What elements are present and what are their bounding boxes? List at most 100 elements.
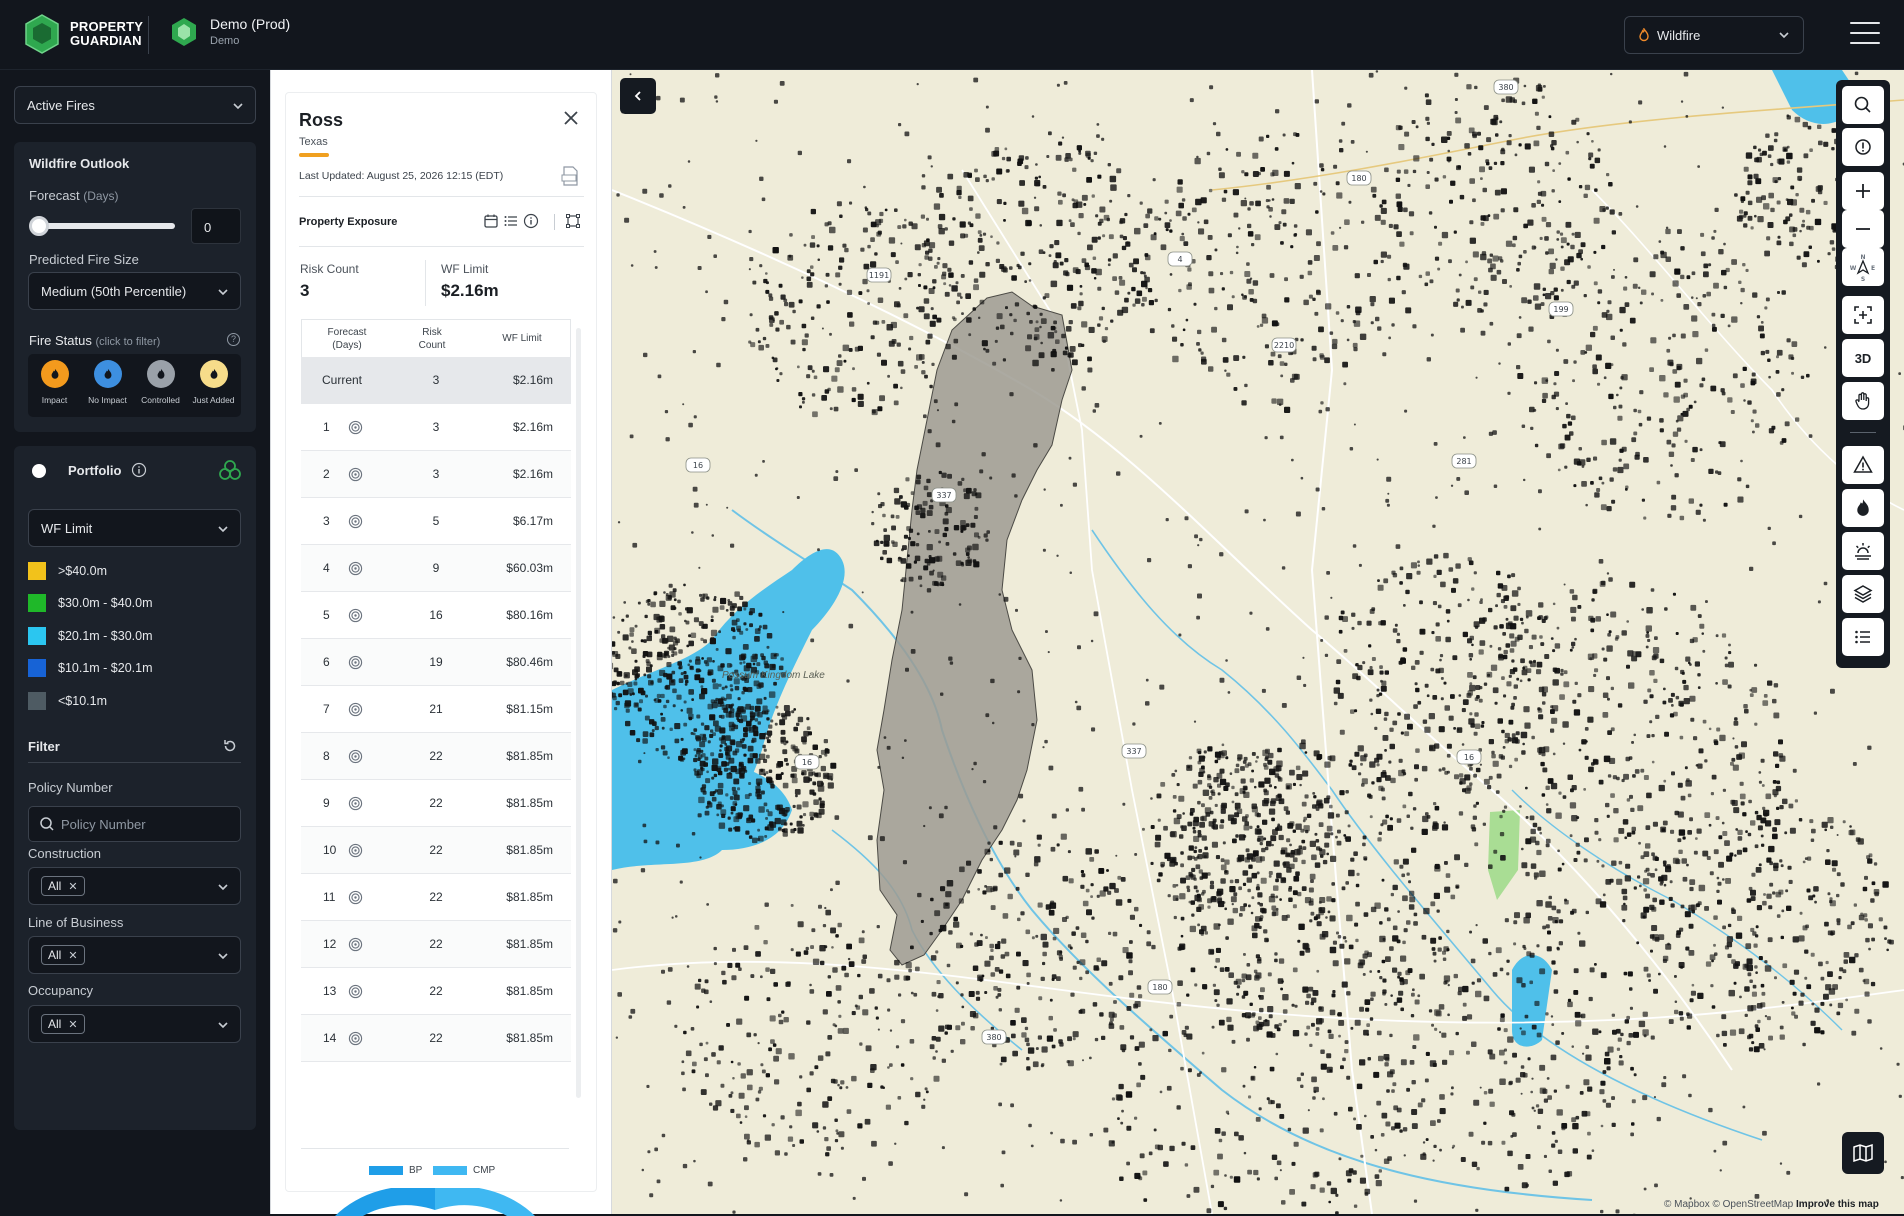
target-icon[interactable]	[348, 702, 363, 717]
map-canvas[interactable]: 380180119133716422101992811618038033716 …	[612, 70, 1904, 1214]
target-icon[interactable]	[348, 796, 363, 811]
fit-bounds-button[interactable]	[1842, 296, 1884, 334]
legend-item[interactable]: $20.1m - $30.0m	[28, 627, 153, 645]
chart-legend-bp[interactable]: BP	[369, 1165, 422, 1176]
table-row[interactable]: 1322$81.85m	[301, 968, 571, 1015]
table-row[interactable]: 35$6.17m	[301, 498, 571, 545]
hazard-select[interactable]: Wildfire	[1624, 16, 1804, 54]
table-row[interactable]: 1022$81.85m	[301, 827, 571, 874]
close-icon[interactable]: ✕	[68, 880, 77, 893]
forecast-slider-track[interactable]	[40, 223, 175, 229]
csv-download-icon[interactable]	[561, 166, 579, 186]
table-row[interactable]: 49$60.03m	[301, 545, 571, 592]
donut-segment-cmp[interactable]	[435, 1188, 535, 1216]
info-icon[interactable]	[523, 213, 539, 229]
legend-list-button[interactable]	[1842, 618, 1884, 656]
lob-select[interactable]: All✕	[28, 936, 241, 974]
search-tool-button[interactable]	[1842, 86, 1884, 124]
legend-item[interactable]: <$10.1m	[28, 692, 107, 710]
close-icon[interactable]: ✕	[68, 1018, 77, 1031]
hamburger-menu-icon[interactable]	[1850, 22, 1880, 46]
app-logo[interactable]: PROPERTY GUARDIAN	[24, 14, 143, 54]
info-icon[interactable]	[131, 462, 147, 478]
table-row[interactable]: 721$81.15m	[301, 686, 571, 733]
cell-wf-limit: $6.17m	[513, 514, 553, 528]
target-icon[interactable]	[348, 1031, 363, 1046]
last-updated: Last Updated: August 25, 2026 12:15 (EDT…	[299, 170, 503, 182]
status-impact[interactable]: Impact	[28, 360, 81, 405]
calendar-icon[interactable]	[483, 213, 499, 229]
pan-tool-button[interactable]	[1842, 382, 1884, 420]
policy-number-input[interactable]: Policy Number	[28, 806, 241, 842]
fires-layer-button[interactable]	[1842, 489, 1884, 527]
occupancy-chip[interactable]: All✕	[41, 1014, 85, 1034]
target-icon[interactable]	[348, 843, 363, 858]
table-row[interactable]: 23$2.16m	[301, 451, 571, 498]
target-icon[interactable]	[348, 937, 363, 952]
search-icon	[39, 816, 55, 832]
warnings-button[interactable]	[1842, 446, 1884, 484]
list-icon[interactable]	[503, 213, 519, 229]
target-icon[interactable]	[348, 749, 363, 764]
target-icon[interactable]	[348, 561, 363, 576]
fire-size-select[interactable]: Medium (50th Percentile)	[28, 272, 241, 310]
status-no-impact[interactable]: No Impact	[81, 360, 134, 405]
cell-wf-limit: $2.16m	[513, 467, 553, 481]
table-row-current[interactable]: Current3$2.16m	[301, 357, 571, 404]
toggle-3d-button[interactable]: 3D	[1842, 339, 1884, 377]
target-icon[interactable]	[348, 984, 363, 999]
portfolio-toggle[interactable]	[32, 464, 46, 478]
weather-layer-button[interactable]	[1842, 532, 1884, 570]
legend-item[interactable]: >$40.0m	[28, 562, 107, 580]
table-row[interactable]: 516$80.16m	[301, 592, 571, 639]
target-icon[interactable]	[348, 608, 363, 623]
target-icon[interactable]	[348, 420, 363, 435]
zoom-in-button[interactable]	[1842, 172, 1884, 210]
metric-select[interactable]: WF Limit	[28, 509, 241, 547]
donut-segment-bp[interactable]	[335, 1188, 435, 1216]
status-just-added[interactable]: Just Added	[187, 360, 240, 405]
target-icon[interactable]	[348, 514, 363, 529]
table-row[interactable]: 1422$81.85m	[301, 1015, 571, 1062]
target-icon[interactable]	[348, 655, 363, 670]
cell-forecast-day: 12	[323, 937, 336, 951]
construction-chip[interactable]: All✕	[41, 876, 85, 896]
forecast-days-input[interactable]: 0	[191, 208, 241, 244]
target-icon[interactable]	[348, 890, 363, 905]
target-icon[interactable]	[348, 467, 363, 482]
legend-item[interactable]: $30.0m - $40.0m	[28, 594, 153, 612]
col-limit[interactable]: WF Limit	[492, 332, 552, 345]
table-row[interactable]: 822$81.85m	[301, 733, 571, 780]
alert-tool-button[interactable]	[1842, 128, 1884, 166]
expand-icon[interactable]	[565, 213, 581, 229]
status-controlled[interactable]: Controlled	[134, 360, 187, 405]
cluster-icon[interactable]	[219, 460, 241, 480]
legend-item[interactable]: $10.1m - $20.1m	[28, 659, 153, 677]
table-row[interactable]: 1222$81.85m	[301, 921, 571, 968]
fire-status-filter: Impact No Impact Controlled Just Added	[28, 354, 241, 417]
compass-button[interactable]: NWES	[1842, 248, 1884, 286]
close-icon[interactable]: ✕	[68, 949, 77, 962]
forecast-slider-thumb[interactable]	[29, 216, 49, 236]
map-attribution[interactable]: © Mapbox © OpenStreetMap Improve this ma…	[1664, 1199, 1879, 1210]
col-risk[interactable]: Risk Count	[412, 326, 452, 352]
layers-button[interactable]	[1842, 575, 1884, 613]
reset-icon[interactable]	[222, 738, 238, 754]
close-icon[interactable]	[561, 108, 581, 128]
lob-chip[interactable]: All✕	[41, 945, 85, 965]
help-icon[interactable]: ?	[227, 333, 240, 346]
org-switcher[interactable]: Demo (Prod) Demo	[170, 16, 290, 47]
table-row[interactable]: 922$81.85m	[301, 780, 571, 827]
zoom-out-button[interactable]	[1842, 210, 1884, 248]
table-row[interactable]: 619$80.46m	[301, 639, 571, 686]
occupancy-select[interactable]: All✕	[28, 1005, 241, 1043]
col-forecast[interactable]: Forecast (Days)	[322, 326, 372, 352]
collapse-panel-button[interactable]	[620, 78, 656, 114]
table-row[interactable]: 13$2.16m	[301, 404, 571, 451]
chart-legend-cmp[interactable]: CMP	[433, 1165, 495, 1176]
table-scrollbar[interactable]	[576, 328, 581, 1098]
basemap-button[interactable]	[1842, 1132, 1884, 1174]
view-select[interactable]: Active Fires	[14, 86, 256, 124]
table-row[interactable]: 1122$81.85m	[301, 874, 571, 921]
construction-select[interactable]: All✕	[28, 867, 241, 905]
